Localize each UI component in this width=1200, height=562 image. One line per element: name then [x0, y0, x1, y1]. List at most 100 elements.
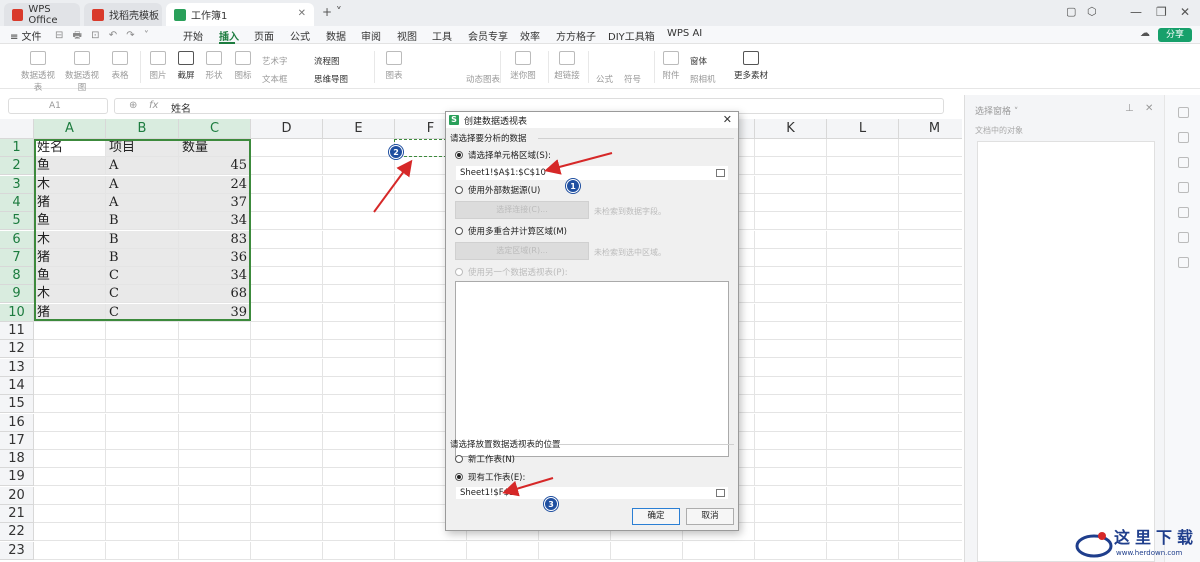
cell-L7[interactable] — [827, 248, 899, 267]
cell-E15[interactable] — [323, 395, 395, 414]
fx-icon[interactable]: fx — [149, 100, 158, 111]
row-header-8[interactable]: 8 — [0, 267, 34, 286]
cell-C12[interactable] — [179, 340, 251, 359]
cell-K5[interactable] — [755, 212, 827, 231]
cell-B19[interactable] — [106, 468, 179, 487]
location-input[interactable]: Sheet1!$F$1 — [455, 486, 729, 500]
settings-icon[interactable] — [1178, 157, 1189, 168]
cell-K3[interactable] — [755, 175, 827, 194]
cell-M11[interactable] — [899, 322, 962, 340]
cell-A5[interactable]: 鱼 — [34, 212, 106, 231]
column-header-B[interactable]: B — [106, 119, 179, 139]
cell-B3[interactable]: A — [106, 175, 179, 194]
tab-workbook1[interactable]: 工作簿1 ✕ — [166, 3, 314, 26]
cell-M5[interactable] — [899, 212, 962, 231]
new-tab-button[interactable]: + ˅ — [322, 5, 342, 19]
cell-B20[interactable] — [106, 486, 179, 505]
print-icon[interactable] — [1178, 207, 1189, 218]
edit-icon[interactable] — [1178, 132, 1189, 143]
cell-C23[interactable] — [179, 541, 251, 560]
row-header-5[interactable]: 5 — [0, 212, 34, 231]
cell-E9[interactable] — [323, 285, 395, 304]
cell-H23[interactable] — [539, 541, 611, 560]
row-header-7[interactable]: 7 — [0, 248, 34, 267]
cell-M13[interactable] — [899, 359, 962, 377]
cell-K7[interactable] — [755, 248, 827, 267]
cell-E22[interactable] — [323, 523, 395, 542]
cell-L18[interactable] — [827, 450, 899, 469]
cell-E12[interactable] — [323, 340, 395, 359]
cell-C19[interactable] — [179, 468, 251, 487]
cell-K17[interactable] — [755, 431, 827, 450]
location-picker-icon[interactable] — [716, 489, 725, 497]
cell-C20[interactable] — [179, 486, 251, 505]
cell-C18[interactable] — [179, 450, 251, 469]
column-header-E[interactable]: E — [323, 119, 395, 139]
cell-B7[interactable]: B — [106, 248, 179, 267]
cell-A1[interactable]: 姓名 — [34, 139, 106, 157]
cell-D12[interactable] — [251, 340, 323, 359]
cell-C21[interactable] — [179, 505, 251, 523]
cell-D19[interactable] — [251, 468, 323, 487]
cell-L4[interactable] — [827, 193, 899, 212]
cell-C5[interactable]: 34 — [179, 212, 251, 231]
radio-existing-worksheet[interactable] — [455, 473, 463, 481]
cell-D10[interactable] — [251, 303, 323, 322]
row-header-13[interactable]: 13 — [0, 358, 34, 377]
form-button[interactable]: 窗体 — [690, 55, 707, 67]
cell-K20[interactable] — [755, 486, 827, 505]
cell-K6[interactable] — [755, 230, 827, 249]
cell-C10[interactable]: 39 — [179, 303, 251, 322]
layout-icon[interactable]: ▢ — [1066, 5, 1076, 18]
row-header-15[interactable]: 15 — [0, 395, 34, 414]
menu-insert[interactable]: 插入 — [219, 28, 239, 43]
cell-M10[interactable] — [899, 304, 962, 322]
row-header-20[interactable]: 20 — [0, 486, 34, 505]
cell-M6[interactable] — [899, 231, 962, 249]
cell-K1[interactable] — [755, 139, 827, 157]
cell-A20[interactable] — [34, 486, 106, 505]
cell-C17[interactable] — [179, 431, 251, 450]
cell-A16[interactable] — [34, 413, 106, 432]
cell-L15[interactable] — [827, 395, 899, 414]
cell-E23[interactable] — [323, 541, 395, 560]
cell-D1[interactable] — [251, 139, 323, 157]
column-header-K[interactable]: K — [755, 119, 827, 139]
row-header-9[interactable]: 9 — [0, 285, 34, 304]
minimize-button[interactable]: — — [1130, 5, 1142, 19]
cell-E4[interactable] — [323, 193, 395, 212]
cell-L19[interactable] — [827, 468, 899, 487]
cell-A15[interactable] — [34, 395, 106, 414]
cell-M4[interactable] — [899, 194, 962, 212]
cell-M14[interactable] — [899, 377, 962, 395]
attachment-button[interactable]: 附件 — [660, 51, 682, 81]
cell-E5[interactable] — [323, 212, 395, 231]
cell-D4[interactable] — [251, 193, 323, 212]
cell-A21[interactable] — [34, 505, 106, 523]
cell-K15[interactable] — [755, 395, 827, 414]
row-header-1[interactable]: 1 — [0, 139, 34, 157]
selection-pane-title[interactable]: 选择窗格 ˅ — [975, 104, 1018, 117]
cell-A2[interactable]: 鱼 — [34, 157, 106, 176]
file-menu[interactable]: ≡ 文件 — [10, 28, 42, 43]
cell-E10[interactable] — [323, 303, 395, 322]
menu-ffcell[interactable]: 方方格子 — [556, 28, 596, 43]
menu-home[interactable]: 开始 — [183, 28, 203, 43]
symbol-button[interactable]: 符号 — [624, 73, 641, 85]
cell-B11[interactable] — [106, 322, 179, 340]
cell-I23[interactable] — [611, 541, 683, 560]
cell-M3[interactable] — [899, 176, 962, 194]
objects-list[interactable] — [977, 141, 1155, 562]
cell-A10[interactable]: 猪 — [34, 303, 106, 322]
cell-B13[interactable] — [106, 358, 179, 377]
cell-K13[interactable] — [755, 358, 827, 377]
cell-K11[interactable] — [755, 322, 827, 340]
name-box[interactable]: A1 — [8, 98, 108, 114]
row-header-22[interactable]: 22 — [0, 523, 34, 542]
radio-new-worksheet[interactable] — [455, 455, 463, 463]
cell-D11[interactable] — [251, 322, 323, 340]
cell-M20[interactable] — [899, 487, 962, 505]
close-icon[interactable]: ✕ — [723, 113, 732, 126]
cell-K18[interactable] — [755, 450, 827, 469]
cell-B10[interactable]: C — [106, 303, 179, 322]
